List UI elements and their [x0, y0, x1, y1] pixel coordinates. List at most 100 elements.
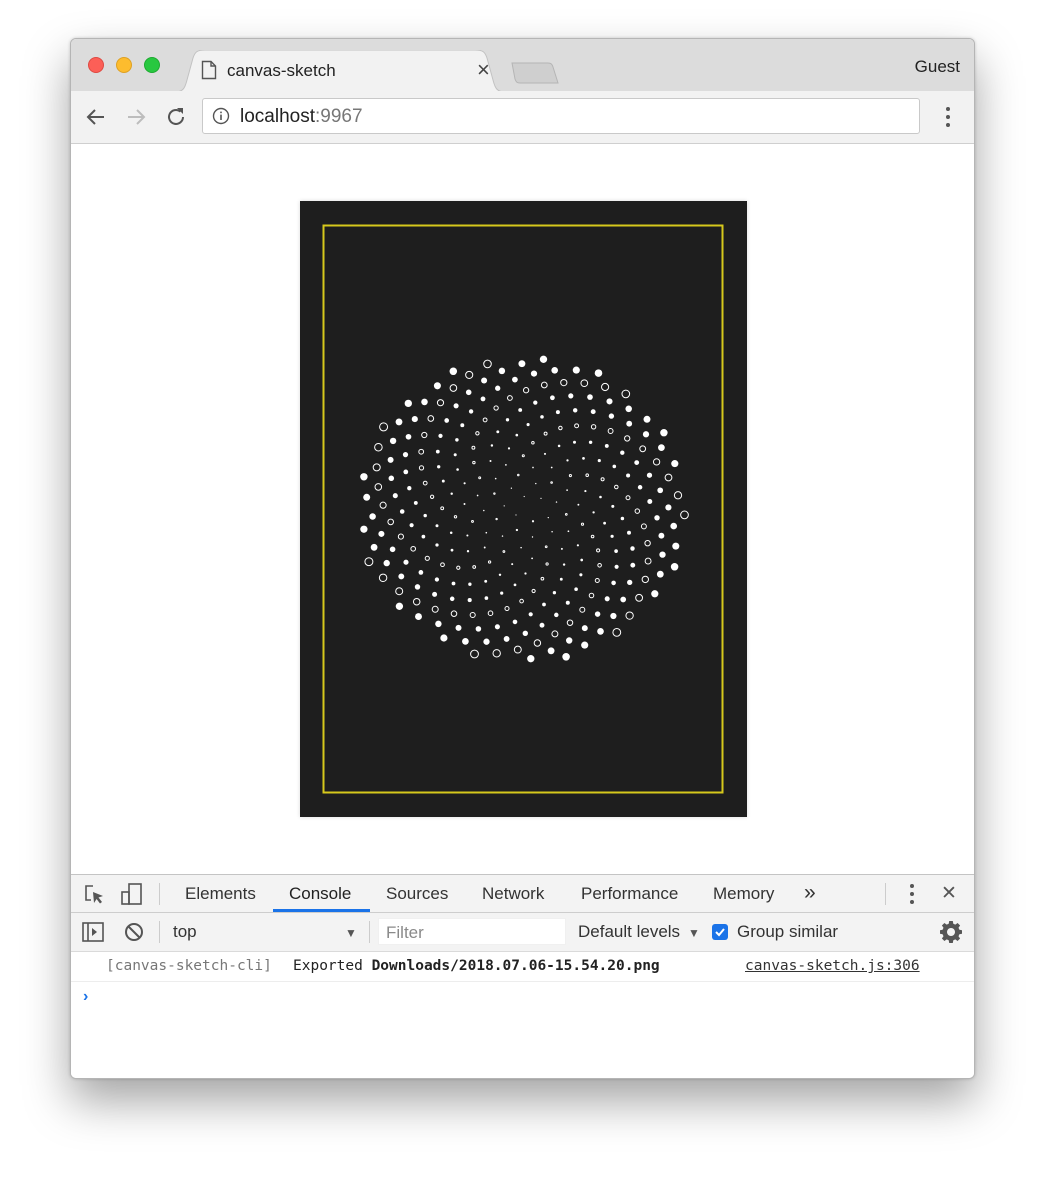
forward-arrow-icon[interactable] [124, 105, 148, 129]
tab-network[interactable]: Network [482, 884, 544, 904]
tab-console[interactable]: Console [289, 884, 351, 904]
spiral-dot [472, 460, 476, 465]
spiral-dot [403, 559, 409, 565]
spiral-dot [550, 466, 553, 469]
devtools-menu-icon[interactable] [903, 883, 921, 905]
spiral-dot [610, 534, 614, 538]
spiral-dot [507, 395, 513, 401]
devtools-panel: Elements Console Sources Network Perform… [71, 874, 974, 1078]
group-similar-checkbox[interactable] [712, 924, 728, 940]
spiral-dot [640, 523, 647, 530]
active-tab-indicator [273, 909, 370, 912]
filter-input[interactable] [384, 922, 558, 944]
spiral-dot [453, 453, 457, 457]
spiral-dot [590, 534, 595, 539]
spiral-dot [456, 468, 459, 471]
close-devtools-icon[interactable]: ✕ [941, 882, 957, 905]
inspect-element-icon[interactable] [84, 884, 106, 906]
spiral-dot [403, 469, 409, 475]
spiral-dot [453, 515, 458, 519]
close-window-button[interactable] [88, 57, 104, 73]
browser-menu-icon[interactable] [939, 105, 957, 129]
spiral-dot [360, 525, 368, 533]
spiral-dot [482, 417, 488, 423]
log-levels-select[interactable]: Default levels [578, 922, 680, 942]
tab-elements[interactable]: Elements [185, 884, 256, 904]
gear-icon[interactable] [940, 921, 962, 943]
close-tab-icon[interactable]: × [477, 59, 490, 81]
spiral-dot [465, 389, 472, 396]
spiral-dot [528, 612, 533, 617]
tab-performance[interactable]: Performance [581, 884, 678, 904]
spiral-dot [597, 628, 604, 635]
spiral-dot [466, 534, 469, 537]
message-source-link[interactable]: canvas-sketch.js:306 [745, 958, 920, 974]
spiral-dot [369, 513, 376, 520]
spiral-dot [435, 543, 439, 547]
spiral-dot [660, 428, 668, 437]
more-tabs-icon[interactable]: » [804, 881, 816, 905]
new-tab-button[interactable] [510, 61, 560, 85]
spiral-dot [539, 622, 545, 628]
info-icon[interactable] [212, 107, 230, 125]
spiral-dot [612, 464, 617, 469]
spiral-dot [551, 630, 559, 638]
levels-dropdown-icon[interactable]: ▼ [688, 926, 700, 940]
spiral-dot [555, 501, 558, 503]
spiral-dot [611, 580, 616, 586]
tab-sources[interactable]: Sources [386, 884, 448, 904]
spiral-dot [582, 457, 585, 460]
spiral-dot [415, 613, 422, 621]
spiral-dot [483, 359, 492, 369]
spiral-dot [440, 562, 445, 568]
spiral-dot [475, 626, 482, 632]
zoom-window-button[interactable] [144, 57, 160, 73]
spiral-dot [644, 539, 651, 547]
spiral-dot [614, 564, 619, 569]
device-toolbar-icon[interactable] [120, 882, 144, 906]
spiral-dot [501, 535, 504, 537]
spiral-dot [512, 619, 518, 625]
spiral-dot [503, 635, 510, 642]
spiral-dot [433, 382, 441, 390]
address-bar[interactable]: localhost:9967 [202, 98, 920, 134]
context-select[interactable]: top [173, 922, 197, 942]
reload-icon[interactable] [164, 105, 188, 129]
tab-memory[interactable]: Memory [713, 884, 774, 904]
spiral-dot [392, 493, 398, 499]
spiral-dot [554, 612, 559, 618]
spiral-dot [564, 513, 568, 516]
show-sidebar-icon[interactable] [82, 922, 104, 942]
profile-label[interactable]: Guest [915, 57, 960, 77]
spiral-dot [498, 573, 502, 577]
spiral-dot [579, 573, 583, 577]
spiral-dot [383, 559, 390, 567]
spiral-dot [470, 649, 479, 659]
spiral-dot [580, 558, 584, 562]
spiral-dot [421, 398, 428, 406]
clear-console-icon[interactable] [124, 922, 144, 942]
spiral-dot [558, 425, 563, 431]
context-dropdown-icon[interactable]: ▼ [345, 926, 357, 940]
spiral-dot [547, 516, 549, 519]
spiral-dot [550, 395, 555, 401]
filter-box[interactable] [378, 918, 566, 945]
back-arrow-icon[interactable] [84, 105, 108, 129]
spiral-dot [485, 531, 488, 534]
spiral-dot [512, 376, 518, 383]
spiral-dot [656, 570, 664, 578]
spiral-dot [544, 545, 548, 549]
spiral-dot [487, 610, 494, 617]
spiral-dot [387, 456, 394, 463]
console-prompt-icon[interactable]: › [83, 988, 88, 1006]
spiral-dot [646, 472, 653, 478]
minimize-window-button[interactable] [116, 57, 132, 73]
spiral-dot [532, 466, 534, 469]
spiral-dot [481, 377, 488, 384]
spiral-dot [475, 431, 480, 436]
spiral-dot [460, 423, 465, 428]
tab-canvas-sketch[interactable]: canvas-sketch × [175, 50, 505, 92]
spiral-dot [639, 445, 647, 453]
group-similar-label[interactable]: Group similar [737, 922, 838, 942]
spiral-dot [483, 546, 486, 549]
